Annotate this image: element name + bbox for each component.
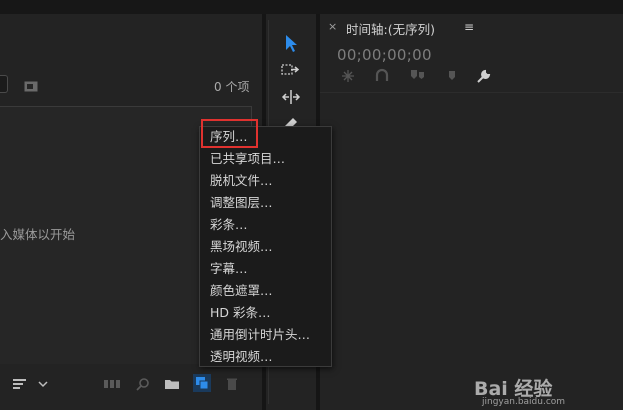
close-icon[interactable]: × (328, 20, 337, 33)
snap-icon[interactable] (340, 68, 356, 84)
marker-icon[interactable] (444, 68, 460, 84)
timeline-header-separator (320, 92, 623, 93)
search-field[interactable] (0, 75, 8, 93)
menu-item-black-video[interactable]: 黑场视频… (210, 237, 273, 257)
linked-selection-icon[interactable] (374, 68, 390, 84)
timeline-panel (320, 14, 623, 410)
find-icon[interactable] (136, 376, 152, 391)
track-select-icon[interactable] (281, 61, 301, 81)
timeline-tab-title[interactable]: 时间轴:(无序列) (346, 19, 435, 38)
highlight-annotation-box (201, 119, 258, 148)
watermark-url: jingyan.baidu.com (482, 397, 566, 407)
menu-item-adjustment-layer[interactable]: 调整图层… (210, 193, 273, 213)
storyboard-icon[interactable] (103, 376, 120, 390)
menu-item-color-matte[interactable]: 颜色遮罩… (210, 281, 273, 301)
menu-item-universal-countdown[interactable]: 通用倒计时片头… (210, 325, 310, 345)
item-count: 0 个项 (214, 80, 250, 94)
chevron-down-icon[interactable] (37, 376, 53, 390)
panel-menu-icon[interactable]: ≡ (464, 20, 474, 34)
menu-item-offline-file[interactable]: 脱机文件… (210, 171, 273, 191)
menu-item-shared-project[interactable]: 已共享项目… (210, 149, 285, 169)
empty-hint: 入媒体以开始 (0, 227, 76, 242)
menu-item-captions[interactable]: 字幕… (210, 259, 248, 279)
timecode-display[interactable]: 00;00;00;00 (337, 46, 432, 64)
selection-tool-icon[interactable] (281, 33, 301, 53)
add-marker-icon[interactable] (409, 68, 425, 84)
menu-item-hd-bars-and-tone[interactable]: HD 彩条… (210, 303, 271, 323)
new-item-icon[interactable] (193, 374, 211, 392)
new-bin-icon[interactable] (164, 376, 180, 390)
trash-icon[interactable] (225, 376, 241, 390)
ripple-edit-icon[interactable] (281, 87, 301, 107)
menu-item-transparent-video[interactable]: 透明视频… (210, 347, 273, 367)
sort-icon[interactable] (12, 376, 28, 390)
bin-icon[interactable] (24, 77, 38, 92)
top-strip (0, 0, 623, 14)
wrench-icon[interactable] (476, 68, 492, 84)
menu-item-bars-and-tone[interactable]: 彩条… (210, 215, 248, 235)
